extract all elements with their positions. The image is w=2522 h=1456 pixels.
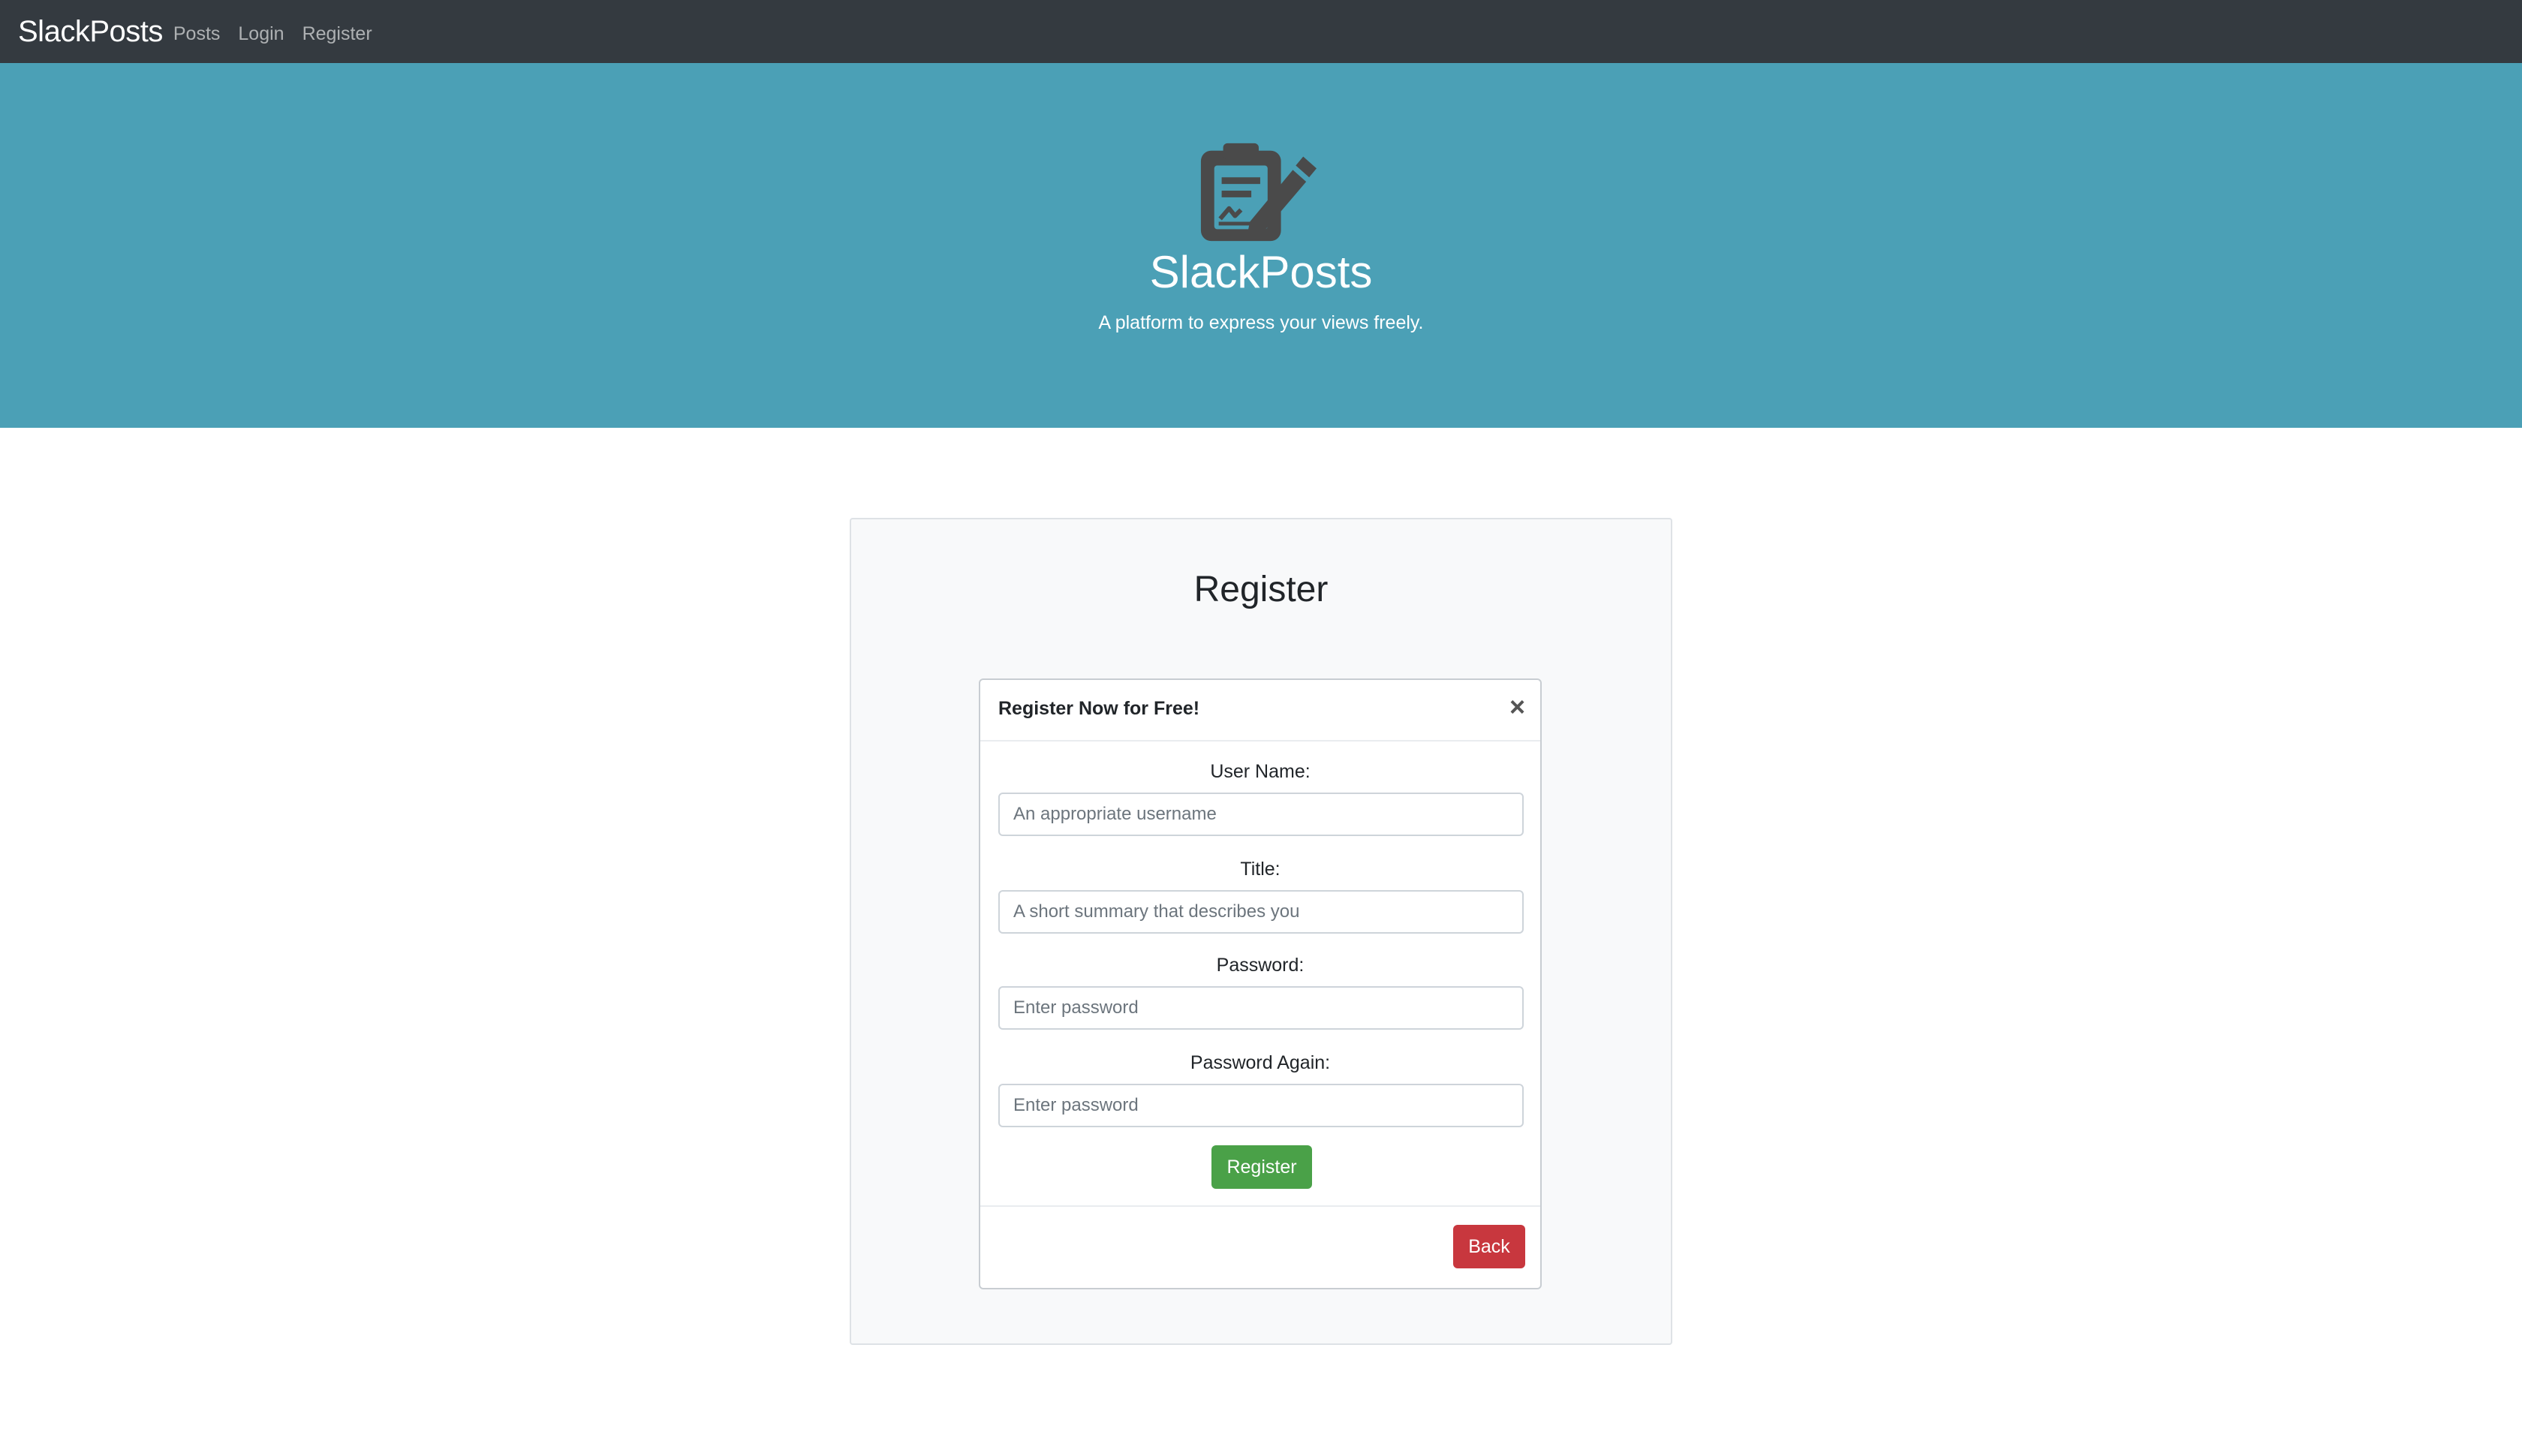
signature-document-icon xyxy=(1200,143,1317,242)
username-input[interactable] xyxy=(998,793,1524,836)
modal-footer: Back xyxy=(980,1205,1540,1288)
password-label: Password: xyxy=(1216,955,1305,976)
modal-title: Register Now for Free! xyxy=(998,698,1200,719)
nav-link-register[interactable]: Register xyxy=(302,23,372,45)
password-again-input[interactable] xyxy=(998,1084,1524,1127)
hero-title: SlackPosts xyxy=(1149,247,1373,297)
title-label: Title: xyxy=(1240,859,1281,880)
title-input[interactable] xyxy=(998,890,1524,934)
back-button[interactable]: Back xyxy=(1453,1225,1525,1268)
password-again-label: Password Again: xyxy=(1190,1052,1331,1073)
page-title: Register xyxy=(1193,570,1329,609)
username-label: User Name: xyxy=(1210,761,1311,782)
close-icon[interactable]: × xyxy=(1509,693,1525,720)
nav-link-posts[interactable]: Posts xyxy=(173,23,221,45)
register-card: Register Register Now for Free! × User N… xyxy=(850,518,1672,1345)
register-modal: Register Now for Free! × User Name: Titl… xyxy=(979,678,1542,1289)
hero-banner: SlackPosts A platform to express your vi… xyxy=(0,63,2522,428)
modal-header: Register Now for Free! × xyxy=(980,680,1540,742)
hero-subtitle: A platform to express your views freely. xyxy=(1098,312,1424,333)
register-button[interactable]: Register xyxy=(1211,1145,1312,1189)
nav-link-login[interactable]: Login xyxy=(238,23,284,45)
navbar-brand[interactable]: SlackPosts xyxy=(18,15,163,49)
top-navbar: SlackPosts Posts Login Register xyxy=(0,0,2522,63)
password-input[interactable] xyxy=(998,986,1524,1030)
